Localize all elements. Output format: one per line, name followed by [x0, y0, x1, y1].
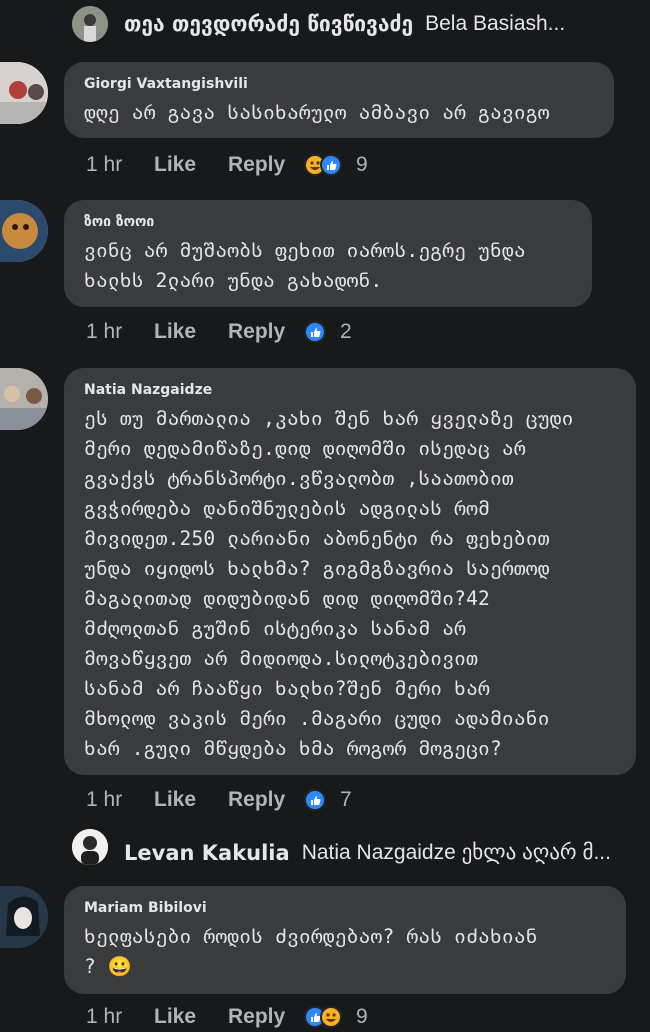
reply-button[interactable]: Reply [228, 788, 304, 812]
comment-author[interactable]: Natia Nazgaidze [84, 382, 618, 398]
comment-bubble[interactable]: ზოი ზოოი ვინც არ მუშაობს ფეხით იაროს.ეგრ… [64, 200, 592, 307]
haha-reaction-icon [320, 1006, 342, 1028]
like-reaction-icon [304, 789, 326, 811]
comment-actions: 1 hr Like Reply 9 [86, 150, 368, 180]
person-photo-icon [0, 62, 48, 124]
comment-line: სანამ არ ჩააწყი ხალხი?შენ მერი ხარ [84, 677, 490, 700]
avatar-giorgi[interactable] [0, 62, 48, 124]
person-photo-icon [0, 886, 48, 948]
reactions-summary[interactable]: 9 [304, 1005, 368, 1029]
comment-line: მხოლოდ ვაკის მერი .მაგარი ცუდი ადამიანი [84, 707, 550, 730]
nested-reply-row[interactable]: Levan Kakulia Natia Nazgaidze ეხლა აღარ … [124, 840, 611, 865]
comment-line: დღე არ გავა სასიხარულო ამბავი არ გავიგო [84, 101, 550, 124]
reaction-count: 9 [356, 1005, 368, 1028]
comment-time[interactable]: 1 hr [86, 1005, 154, 1029]
reply-button[interactable]: Reply [228, 320, 304, 344]
comment-bubble[interactable]: Giorgi Vaxtangishvili დღე არ გავა სასიხა… [64, 62, 614, 138]
comment-line: ხელფასები როდის ძვირდებაო? რას იძახიან [84, 925, 538, 948]
comment-text: ხელფასები როდის ძვირდებაო? რას იძახიან ?… [84, 922, 608, 982]
comment-text: ვინც არ მუშაობს ფეხით იაროს.ეგრე უნდა ხა… [84, 236, 574, 296]
comment-line: ეს თუ მართალია ,კახი შენ ხარ ყველაზე ცუდ… [84, 407, 574, 430]
comment-line: მძღოლთან გუშინ ისტერიკა სანამ არ [84, 617, 467, 640]
like-button[interactable]: Like [154, 788, 228, 812]
comment-time[interactable]: 1 hr [86, 320, 154, 344]
person-photo-icon [0, 200, 48, 262]
reactions-summary[interactable]: 7 [304, 788, 352, 812]
comment-actions: 1 hr Like Reply 7 [86, 785, 352, 815]
comment-line: ხალხს 2ლარი უნდა გახადონ. [84, 269, 383, 292]
comment-bubble[interactable]: Mariam Bibilovi ხელფასები როდის ძვირდება… [64, 886, 626, 994]
comment-line: ვინც არ მუშაობს ფეხით იაროს.ეგრე უნდა [84, 239, 526, 262]
comment-text: ეს თუ მართალია ,კახი შენ ხარ ყველაზე ცუდ… [84, 404, 618, 764]
like-reaction-icon [320, 154, 342, 176]
comment-line: უნდა იყიდოს ხალხმა? გიგმგზავრია საერთოდ [84, 557, 550, 580]
person-photo-icon [72, 829, 108, 865]
person-photo-icon [0, 368, 48, 430]
reply-button[interactable]: Reply [228, 1005, 304, 1029]
reaction-count: 7 [340, 788, 352, 811]
comment-author[interactable]: ზოი ზოოი [84, 214, 574, 230]
top-reply-row[interactable]: თეა თევდორაძე წივწივაძე Bela Basiash... [124, 12, 565, 36]
avatar-zoi[interactable] [0, 200, 48, 262]
avatar-levan[interactable] [72, 829, 108, 865]
reactions-summary[interactable]: 9 [304, 153, 368, 177]
like-reaction-icon [304, 321, 326, 343]
comment-actions: 1 hr Like Reply 2 [86, 317, 352, 347]
comment-author[interactable]: Giorgi Vaxtangishvili [84, 76, 596, 92]
comment-time[interactable]: 1 hr [86, 153, 154, 177]
reaction-count: 9 [356, 153, 368, 176]
comment-line: გვაქვს ტრანსპორტი.ვწვალობთ ,საათობით [84, 467, 514, 490]
person-photo-icon [72, 6, 108, 42]
comment-line: მაგალითად დიდუბიდან დიდ დიღომში?42 [84, 587, 490, 610]
comment-line: ? 😀 [84, 955, 133, 978]
comment-line: ხარ .გული მწყდება ხმა როგორ მოგეცი? [84, 737, 502, 760]
like-button[interactable]: Like [154, 320, 228, 344]
comment-author[interactable]: Mariam Bibilovi [84, 900, 608, 916]
reply-button[interactable]: Reply [228, 153, 304, 177]
reactions-summary[interactable]: 2 [304, 320, 352, 344]
comment-line: მერი დედამიწაზე.დიდ დიღომში ისედაც არ [84, 437, 526, 460]
comment-text: დღე არ გავა სასიხარულო ამბავი არ გავიგო [84, 98, 596, 128]
comment-line: მივიდეთ.250 ლარიანი აბონენტი რა ფეხებით [84, 527, 550, 550]
like-button[interactable]: Like [154, 1005, 228, 1029]
comment-line: გვჭირდება დანიშნულების ადგილას რომ [84, 497, 490, 520]
avatar-natia[interactable] [0, 368, 48, 430]
comment-time[interactable]: 1 hr [86, 788, 154, 812]
reaction-count: 2 [340, 320, 352, 343]
avatar-tea[interactable] [72, 6, 108, 42]
nested-reply-author[interactable]: Levan Kakulia [124, 841, 290, 865]
comment-actions: 1 hr Like Reply 9 [86, 1002, 368, 1032]
top-reply-text: Bela Basiash... [425, 12, 566, 35]
comment-bubble[interactable]: Natia Nazgaidze ეს თუ მართალია ,კახი შენ… [64, 368, 636, 775]
comment-line: მოვაწყვეთ არ მიდიოდა.სილოტკებივით [84, 647, 479, 670]
nested-reply-text: Natia Nazgaidze ეხლა აღარ მ... [301, 841, 611, 864]
top-reply-author[interactable]: თეა თევდორაძე წივწივაძე [124, 12, 413, 36]
avatar-mariam[interactable] [0, 886, 48, 948]
like-button[interactable]: Like [154, 153, 228, 177]
